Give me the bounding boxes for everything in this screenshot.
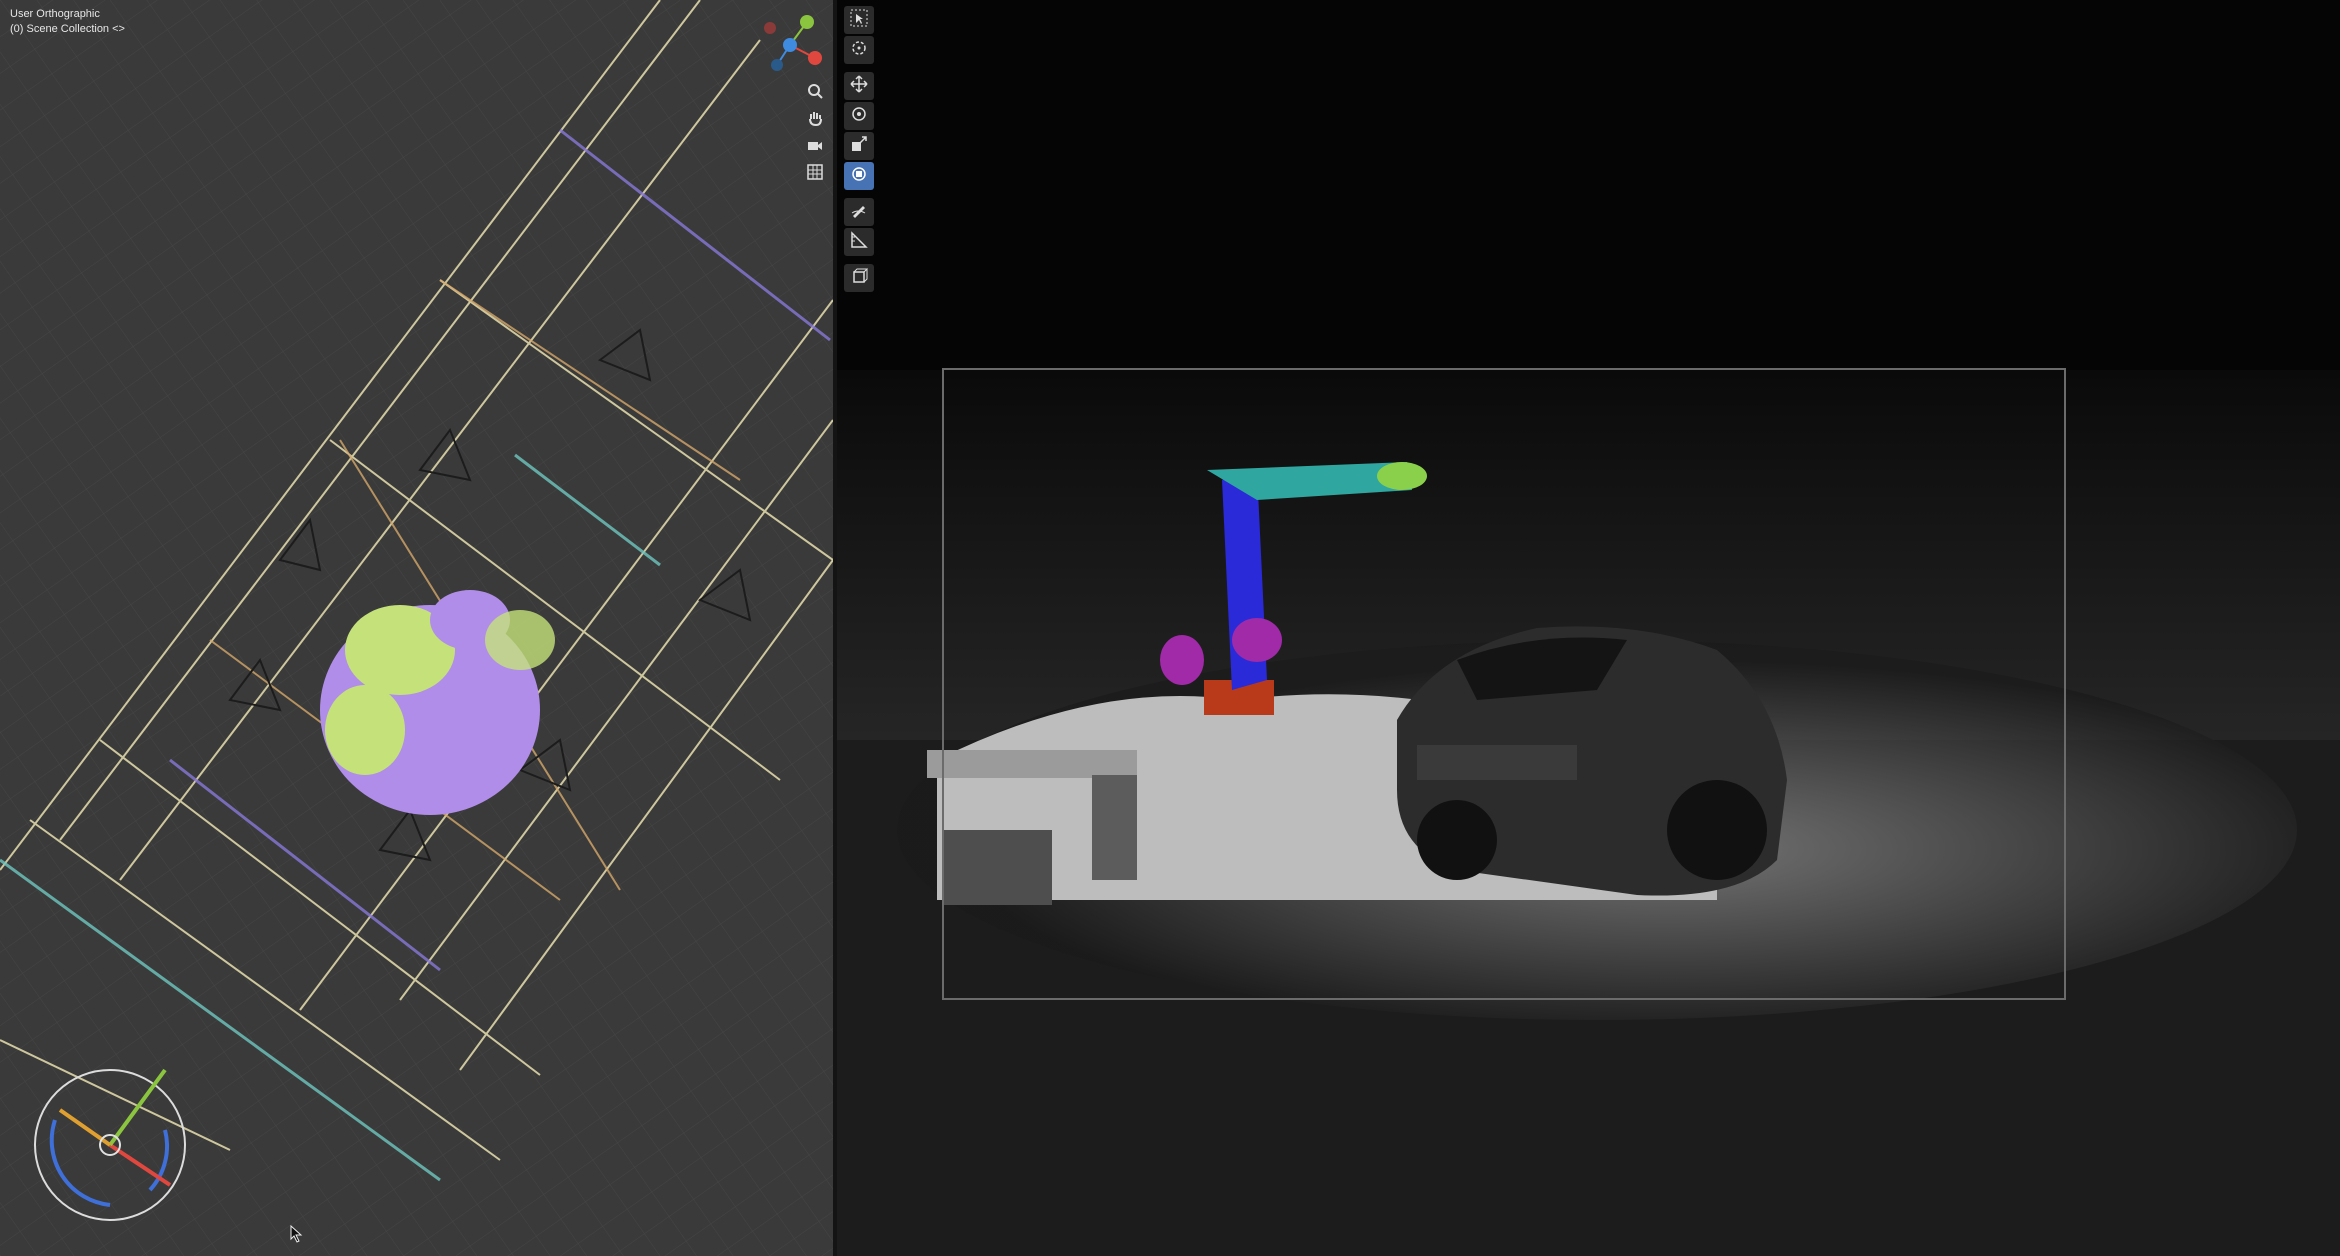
add-cube-icon bbox=[850, 267, 869, 290]
wireframe-viewport[interactable]: User Orthographic (0) Scene Collection <… bbox=[0, 0, 833, 1256]
axis-z-handle bbox=[783, 38, 797, 52]
camera-frame-border bbox=[942, 368, 2066, 1000]
transform-tool[interactable] bbox=[844, 162, 874, 190]
scale-tool[interactable] bbox=[844, 132, 874, 160]
move-tool[interactable] bbox=[844, 72, 874, 100]
transform-icon bbox=[850, 165, 868, 188]
select-box-tool[interactable] bbox=[844, 6, 874, 34]
pan-hand-icon[interactable] bbox=[804, 107, 826, 129]
add-cube-tool[interactable] bbox=[844, 264, 874, 292]
mouse-pointer-icon bbox=[290, 1225, 303, 1243]
collection-label: (0) Scene Collection <> bbox=[10, 23, 125, 35]
rotate-tool[interactable] bbox=[844, 102, 874, 130]
grid-perspective-icon[interactable] bbox=[804, 161, 826, 183]
camera-render-viewport[interactable] bbox=[837, 0, 2340, 1256]
axis-y-handle bbox=[800, 15, 814, 29]
view-mode-label: User Orthographic bbox=[10, 8, 100, 20]
camera-view-icon[interactable] bbox=[804, 134, 826, 156]
cursor-tool[interactable] bbox=[844, 36, 874, 64]
scale-icon bbox=[850, 135, 868, 158]
ruler-icon bbox=[850, 230, 868, 254]
pencil-icon bbox=[850, 201, 868, 224]
tool-shelf bbox=[843, 6, 875, 294]
wireframe-scene bbox=[0, 0, 833, 1256]
rotate-icon bbox=[850, 105, 868, 128]
axis-x-handle bbox=[808, 51, 822, 65]
3d-cursor-icon bbox=[850, 39, 868, 62]
measure-tool[interactable] bbox=[844, 228, 874, 256]
axis-navigation-gizmo[interactable] bbox=[755, 10, 825, 80]
navigation-tools bbox=[803, 80, 827, 188]
annotate-tool[interactable] bbox=[844, 198, 874, 226]
zoom-icon[interactable] bbox=[804, 80, 826, 102]
move-arrows-icon bbox=[850, 74, 868, 98]
select-cursor-icon bbox=[850, 9, 868, 32]
viewport-info-overlay: User Orthographic (0) Scene Collection <… bbox=[10, 7, 125, 37]
